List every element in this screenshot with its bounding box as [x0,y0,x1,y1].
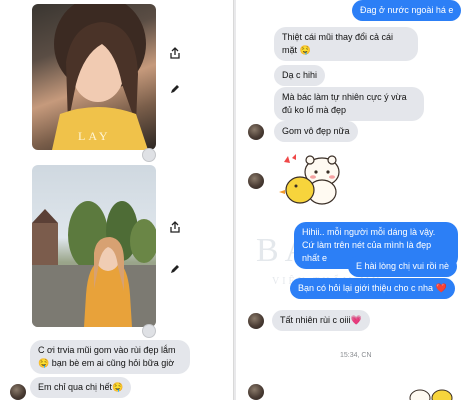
incoming-message[interactable]: Tất nhiên rùi c oiii💗 [272,310,370,331]
message-text: Tất nhiên rùi c oiii💗 [280,315,362,325]
share-icon [170,47,180,59]
sticker-message[interactable] [398,386,458,400]
share-button[interactable] [166,44,184,62]
sticker-message[interactable] [276,148,346,210]
incoming-message[interactable]: Thiệt cái mũi thay đổi cả cái mặt 🤤 [274,27,418,61]
message-text: Đag ở nước ngoài há e [360,5,454,15]
avatar[interactable] [248,124,264,140]
edit-button[interactable] [166,260,184,278]
avatar[interactable] [248,384,264,400]
incoming-message[interactable]: Em chỉ qua chị hết🤤 [30,377,132,398]
incoming-message[interactable]: Mà bác làm tự nhiên cực ý vừa đủ ko lố m… [274,87,424,121]
outgoing-message[interactable]: Đag ở nước ngoài há e [352,0,462,21]
outgoing-message[interactable]: Bạn có hỏi lại giới thiệu cho c nha ❤️ [290,278,455,299]
photo-1-illustration: LAY [52,4,148,150]
message-timestamp: 15:34, CN [340,352,372,359]
photo-2-illustration [32,201,156,327]
message-text: Gom vô đẹp nữa [282,126,350,136]
share-button[interactable] [166,218,184,236]
shared-photo-1[interactable]: LAY [32,4,156,150]
avatar[interactable] [248,313,264,329]
message-line: C ơi trvia mũi gom vào rùi đẹp lắm [38,345,176,355]
sticker-partial-icon [409,389,453,400]
left-conversation-panel: LAY C ơi trvia mũi gom vào rùi đẹp lắm 🤤… [0,0,234,400]
seen-indicator-icon [142,148,156,162]
message-text: E hài lòng chị vui rồi nè [356,261,450,271]
message-line: 🤤 bạn bè em ai cũng hỏi bữa giờ [38,358,175,368]
edit-button[interactable] [166,80,184,98]
svg-text:LAY: LAY [78,129,111,143]
sticker-bear-duck [279,154,340,205]
incoming-message[interactable]: Gom vô đẹp nữa [274,121,358,142]
share-icon [170,221,180,233]
edit-icon [171,85,179,93]
incoming-message[interactable]: C ơi trvia mũi gom vào rùi đẹp lắm 🤤 bạn… [30,340,190,374]
message-text: Bạn có hỏi lại giới thiệu cho c nha ❤️ [298,283,447,293]
outgoing-message[interactable]: E hài lòng chị vui rồi nè [348,256,458,277]
avatar[interactable] [10,384,26,400]
incoming-message[interactable]: Dạ c hihi [274,65,326,86]
avatar[interactable] [248,173,264,189]
message-text: Thiệt cái mũi thay đổi cả cái mặt 🤤 [282,32,394,55]
shared-photo-2[interactable] [32,165,156,327]
message-line: Em chỉ qua chị hết🤤 [38,382,124,392]
message-text: Mà bác làm tự nhiên cực ý vừa đủ ko lố m… [282,92,407,115]
edit-icon [171,265,179,273]
right-conversation-panel: BATIN VIỆN THẨM MỸ Đag ở nước ngoài há e… [236,0,475,400]
seen-indicator-icon [142,324,156,338]
message-text: Dạ c hihi [282,70,318,80]
